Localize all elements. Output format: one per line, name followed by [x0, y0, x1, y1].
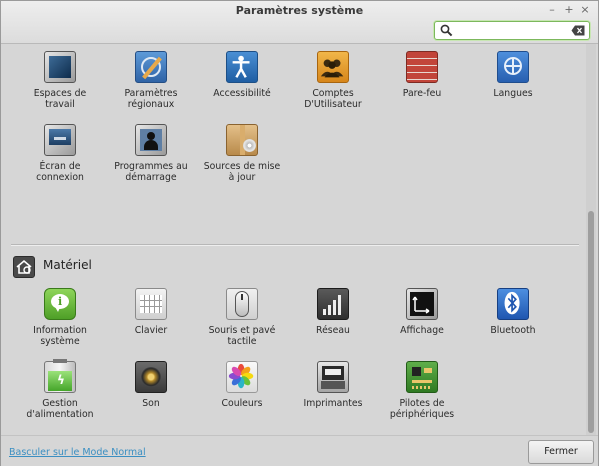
search-box[interactable] [434, 21, 590, 40]
mouse-icon [226, 288, 258, 320]
search-input[interactable] [457, 23, 567, 37]
item-firewall[interactable]: Pare-feu [376, 51, 468, 99]
item-label: Bluetooth [490, 325, 536, 336]
item-languages[interactable]: Langues [467, 51, 559, 99]
window-title: Paramètres système [235, 4, 364, 17]
settings-window: Paramètres système – + × Espaces de trav… [0, 0, 599, 466]
item-label: Affichage [400, 325, 444, 336]
minimize-button[interactable]: – [545, 3, 559, 16]
item-printers[interactable]: Imprimantes [287, 361, 379, 409]
close-button[interactable]: Fermer [528, 440, 594, 464]
title-bar: Paramètres système – + × [1, 1, 598, 44]
item-user-accounts[interactable]: Comptes D'Utilisateur [287, 51, 379, 110]
search-icon [440, 24, 453, 37]
clear-search-icon[interactable] [571, 25, 585, 36]
footer-bar: Basculer sur le Mode Normal Fermer [1, 435, 598, 466]
software-sources-icon [226, 124, 258, 156]
hardware-section-title: Matériel [43, 258, 92, 272]
section-divider [11, 244, 579, 246]
item-label: Information système [33, 325, 87, 347]
item-label: Espaces de travail [33, 88, 87, 110]
login-screen-icon [44, 124, 76, 156]
item-label: Gestion d'alimentation [26, 398, 94, 420]
item-device-drivers[interactable]: Pilotes de périphériques [376, 361, 468, 420]
item-label: Réseau [316, 325, 350, 336]
switch-normal-mode-link[interactable]: Basculer sur le Mode Normal [9, 447, 146, 458]
item-keyboard[interactable]: Clavier [105, 288, 197, 336]
display-icon [406, 288, 438, 320]
user-accounts-icon [317, 51, 349, 83]
network-icon [317, 288, 349, 320]
close-window-button[interactable]: × [578, 3, 592, 16]
item-label: Sources de mise à jour [203, 161, 281, 183]
item-label: Souris et pavé tactile [208, 325, 276, 347]
workspaces-icon [44, 51, 76, 83]
item-software-sources[interactable]: Sources de mise à jour [196, 124, 288, 183]
item-label: Programmes au démarrage [114, 161, 188, 183]
item-label: Accessibilité [213, 88, 271, 99]
item-regional-settings[interactable]: Paramètres régionaux [105, 51, 197, 110]
item-accessibility[interactable]: Accessibilité [196, 51, 288, 99]
item-label: Son [142, 398, 160, 409]
hardware-section-icon [13, 256, 35, 278]
item-label: Comptes D'Utilisateur [304, 88, 362, 110]
item-sound[interactable]: Son [105, 361, 197, 409]
item-system-info[interactable]: i Information système [14, 288, 106, 347]
item-label: Imprimantes [303, 398, 363, 409]
item-label: Pilotes de périphériques [389, 398, 455, 420]
regional-settings-icon [135, 51, 167, 83]
printer-icon [317, 361, 349, 393]
keyboard-icon [135, 288, 167, 320]
bluetooth-icon [497, 288, 529, 320]
item-login-screen[interactable]: Écran de connexion [14, 124, 106, 183]
item-label: Écran de connexion [36, 161, 84, 183]
sound-icon [135, 361, 167, 393]
item-display[interactable]: Affichage [376, 288, 468, 336]
system-info-icon: i [44, 288, 76, 320]
item-network[interactable]: Réseau [287, 288, 379, 336]
drivers-icon [406, 361, 438, 393]
scrollbar-thumb[interactable] [588, 211, 594, 433]
item-label: Pare-feu [402, 88, 442, 99]
settings-content: Espaces de travail Paramètres régionaux … [1, 44, 598, 435]
item-power-management[interactable]: ϟ Gestion d'alimentation [14, 359, 106, 420]
item-startup-apps[interactable]: Programmes au démarrage [105, 124, 197, 183]
accessibility-icon [226, 51, 258, 83]
item-label: Couleurs [221, 398, 263, 409]
item-workspaces[interactable]: Espaces de travail [14, 51, 106, 110]
startup-apps-icon [135, 124, 167, 156]
maximize-button[interactable]: + [562, 3, 576, 16]
item-label: Langues [493, 88, 533, 99]
item-label: Paramètres régionaux [124, 88, 178, 110]
power-icon: ϟ [44, 359, 76, 393]
item-label: Clavier [134, 325, 168, 336]
firewall-icon [406, 51, 438, 83]
item-bluetooth[interactable]: Bluetooth [467, 288, 559, 336]
languages-icon [497, 51, 529, 83]
item-mouse-touchpad[interactable]: Souris et pavé tactile [196, 288, 288, 347]
colors-icon [226, 361, 258, 393]
item-colors[interactable]: Couleurs [196, 361, 288, 409]
